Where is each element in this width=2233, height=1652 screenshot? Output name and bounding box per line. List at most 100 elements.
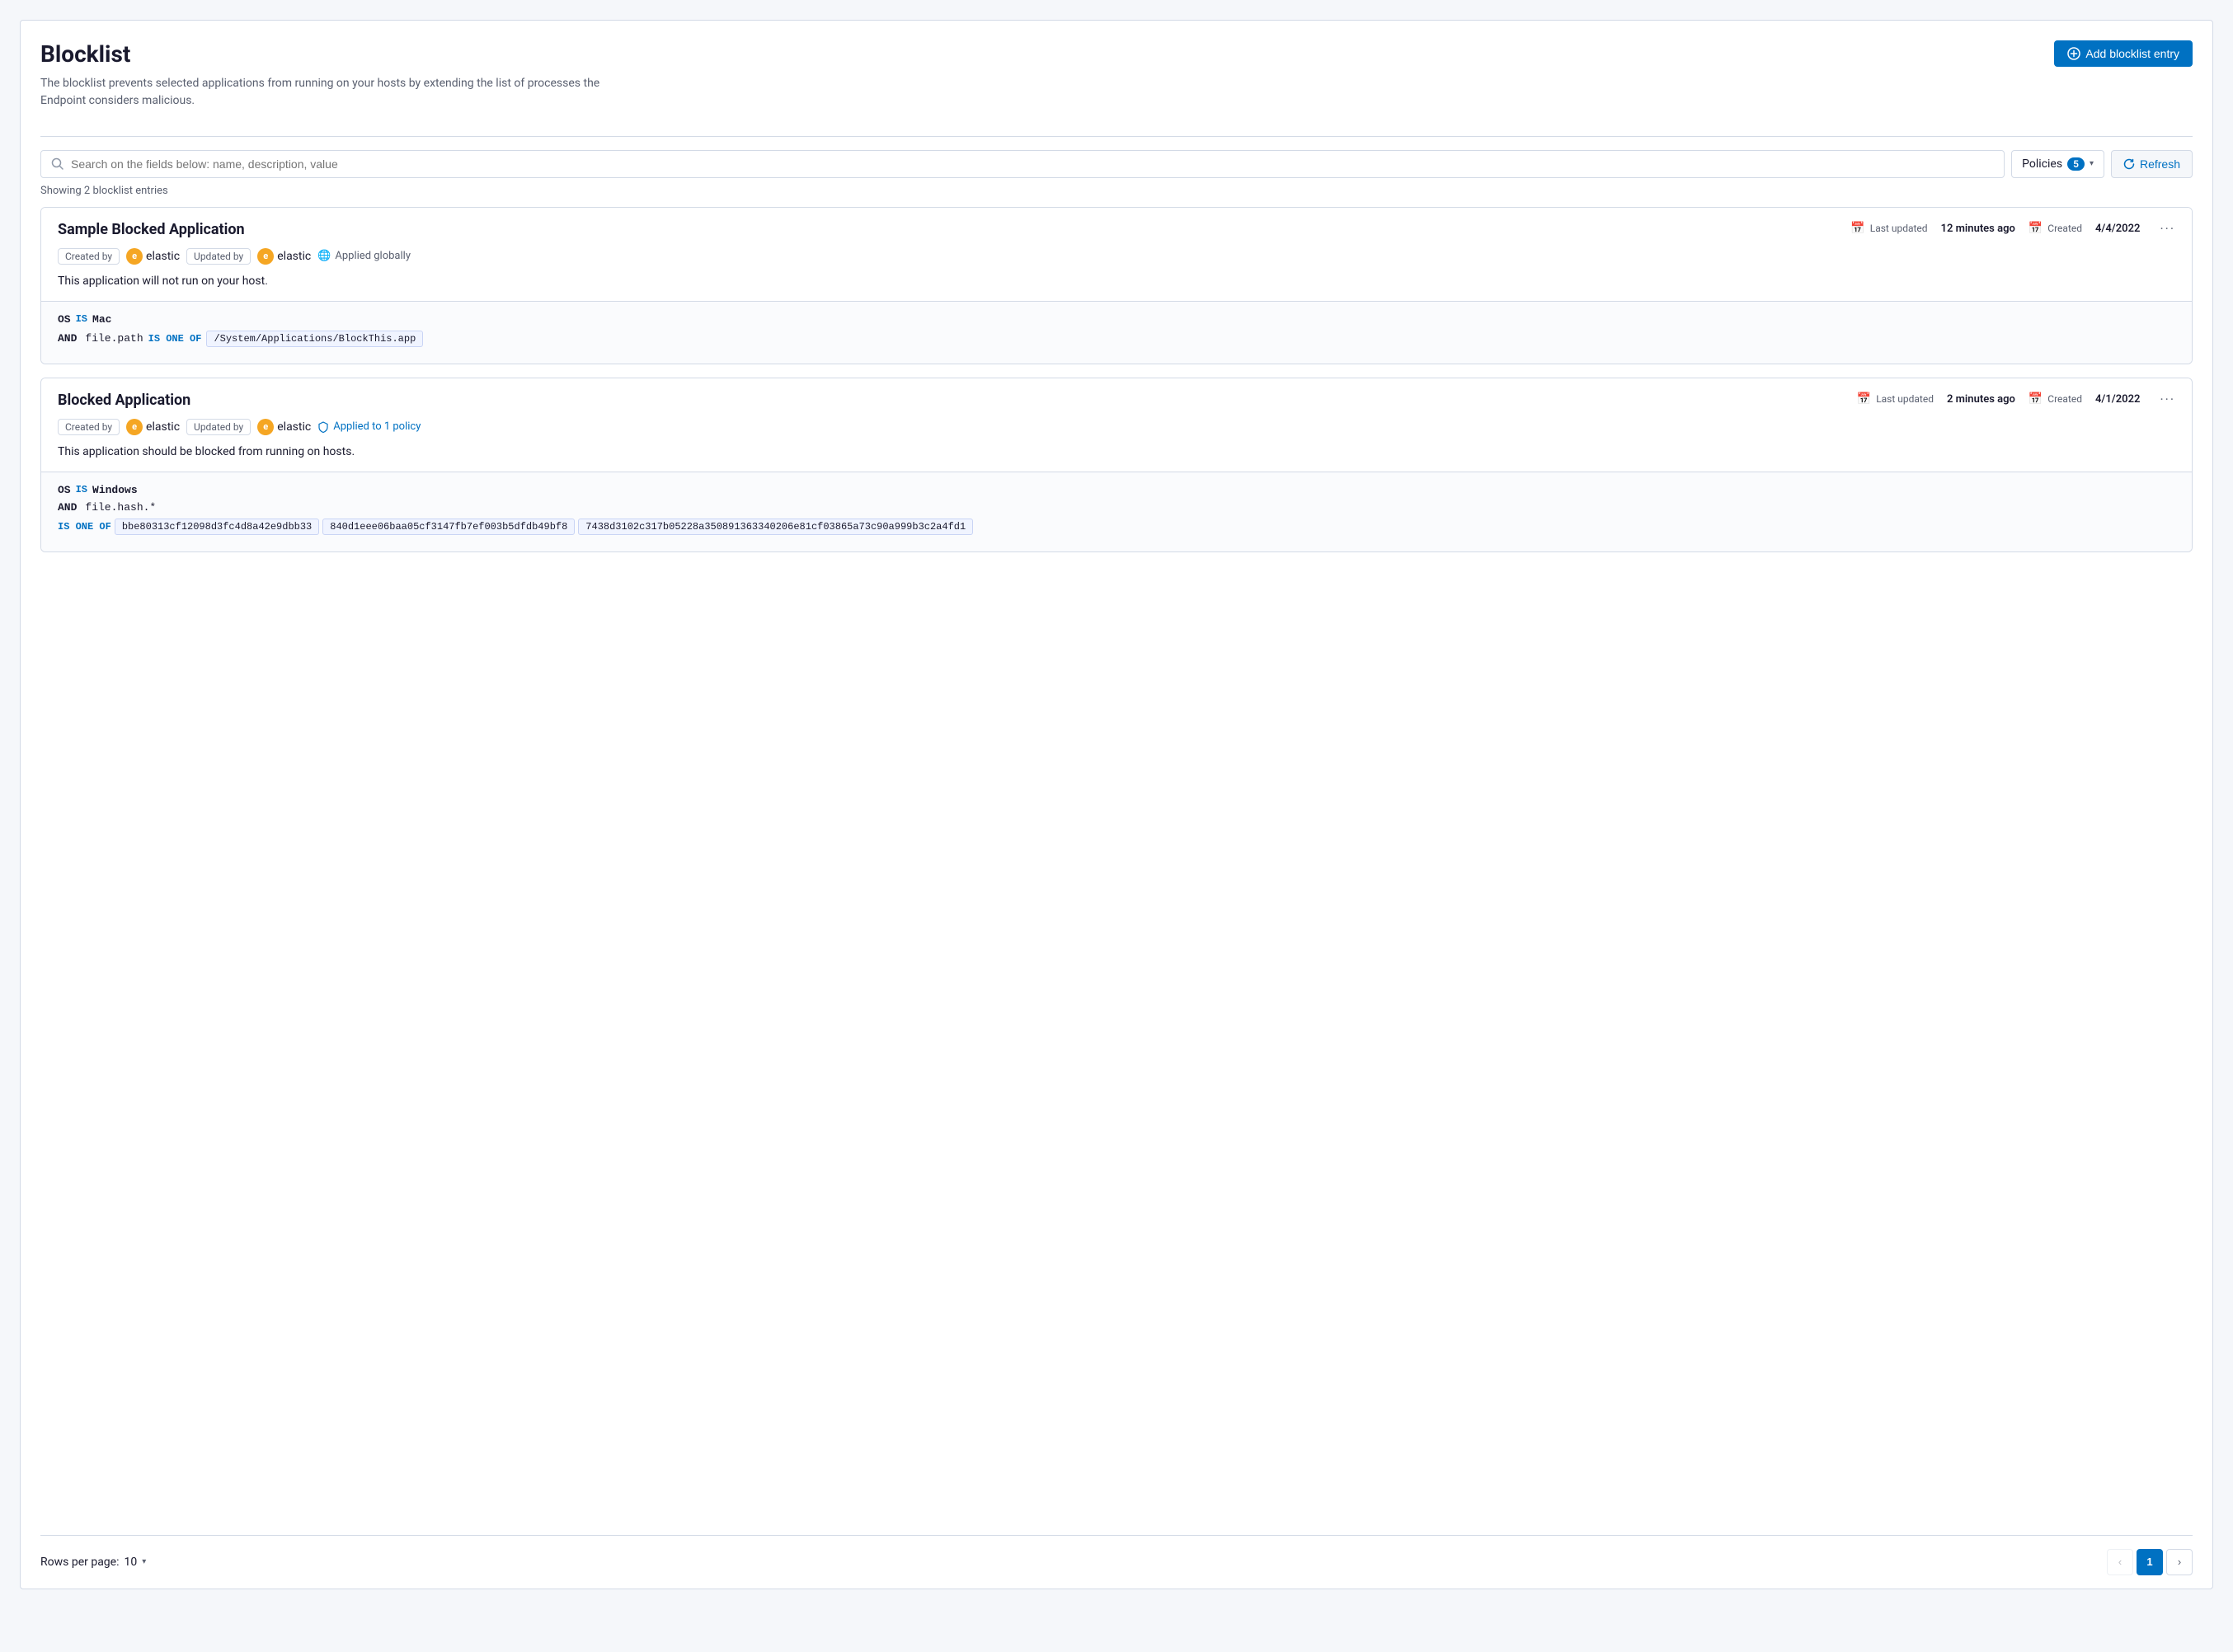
updated-by-user-2: e elastic bbox=[257, 419, 311, 435]
updated-by-tag-2: Updated by bbox=[186, 419, 251, 435]
last-updated-label-1: Last updated bbox=[1870, 223, 1928, 234]
entry-header-row-2: Blocked Application 📅 Last updated 2 min… bbox=[58, 392, 2175, 409]
entry-card-2: Blocked Application 📅 Last updated 2 min… bbox=[40, 378, 2193, 552]
condition-hashes-2: IS ONE OF bbe80313cf12098d3fc4d8a42e9dbb… bbox=[58, 519, 2175, 535]
header-left: Blocklist The blocklist prevents selecte… bbox=[40, 40, 618, 110]
page-subtitle: The blocklist prevents selected applicat… bbox=[40, 75, 618, 110]
field-operator-1: IS ONE OF bbox=[148, 333, 202, 345]
updated-by-avatar-2: e bbox=[257, 419, 274, 435]
search-icon bbox=[51, 157, 64, 171]
plus-circle-icon bbox=[2067, 47, 2080, 60]
entry-meta-1: 📅 Last updated 12 minutes ago 📅 Created … bbox=[1850, 222, 2140, 235]
created-by-tag-1: Created by bbox=[58, 248, 120, 265]
entry-card-1: Sample Blocked Application 📅 Last update… bbox=[40, 207, 2193, 364]
entry-tags-2: Created by e elastic Updated by e elasti… bbox=[58, 419, 2175, 435]
page-container: Blocklist The blocklist prevents selecte… bbox=[20, 20, 2213, 1589]
next-page-button[interactable]: › bbox=[2166, 1549, 2193, 1575]
search-input[interactable] bbox=[71, 157, 1994, 171]
and-keyword-1: AND bbox=[58, 332, 77, 345]
more-options-icon-2[interactable]: ··· bbox=[2160, 392, 2175, 407]
created-by-username-2: elastic bbox=[146, 420, 180, 434]
created-value-2: 4/1/2022 bbox=[2095, 393, 2140, 406]
entry-main-1: Sample Blocked Application 📅 Last update… bbox=[41, 208, 2192, 301]
last-updated-value-1: 12 minutes ago bbox=[1941, 223, 2015, 235]
policies-count-badge: 5 bbox=[2067, 157, 2085, 171]
header-divider bbox=[40, 136, 2193, 137]
page-1-button[interactable]: 1 bbox=[2137, 1549, 2163, 1575]
globe-icon-1: 🌐 bbox=[317, 250, 331, 262]
calendar-icon-3: 📅 bbox=[1857, 392, 1871, 406]
condition-os-2: OS IS Windows bbox=[58, 484, 2175, 496]
os-operator-2: IS bbox=[76, 484, 87, 495]
search-box[interactable] bbox=[40, 150, 2005, 178]
policies-label: Policies bbox=[2022, 157, 2062, 171]
last-updated-group-2: 📅 Last updated bbox=[1857, 392, 1934, 406]
updated-by-tag-1: Updated by bbox=[186, 248, 251, 265]
updated-by-avatar-1: e bbox=[257, 248, 274, 265]
showing-count: Showing 2 blocklist entries bbox=[40, 185, 2193, 197]
condition-os-1: OS IS Mac bbox=[58, 313, 2175, 326]
add-blocklist-entry-button[interactable]: Add blocklist entry bbox=[2054, 40, 2193, 67]
page-header: Blocklist The blocklist prevents selecte… bbox=[40, 40, 2193, 110]
updated-by-username-1: elastic bbox=[277, 250, 311, 263]
entry-tags-1: Created by e elastic Updated by e elasti… bbox=[58, 248, 2175, 265]
field-value-1: /System/Applications/BlockThis.app bbox=[206, 331, 423, 347]
page-title: Blocklist bbox=[40, 40, 618, 68]
calendar-icon-2: 📅 bbox=[2029, 222, 2043, 235]
field-name-1: file.path bbox=[85, 332, 143, 345]
rows-per-page-label: Rows per page: bbox=[40, 1556, 119, 1569]
os-keyword-2: OS bbox=[58, 484, 71, 496]
created-by-user-1: e elastic bbox=[126, 248, 180, 265]
entry-main-2: Blocked Application 📅 Last updated 2 min… bbox=[41, 378, 2192, 472]
created-by-label-1: Created by bbox=[65, 251, 112, 262]
created-by-avatar-2: e bbox=[126, 419, 143, 435]
entry-title-2: Blocked Application bbox=[58, 392, 190, 409]
and-keyword-2: AND bbox=[58, 501, 77, 514]
shield-icon-2 bbox=[317, 421, 329, 433]
created-value-1: 4/4/2022 bbox=[2095, 223, 2140, 235]
chevron-down-icon: ▾ bbox=[2090, 159, 2094, 168]
calendar-icon-4: 📅 bbox=[2029, 392, 2043, 406]
os-value-2: Windows bbox=[92, 484, 138, 496]
os-keyword-1: OS bbox=[58, 313, 71, 326]
os-value-1: Mac bbox=[92, 313, 111, 326]
hash-value-3: 7438d3102c317b05228a350891363340206e81cf… bbox=[578, 519, 973, 535]
created-by-username-1: elastic bbox=[146, 250, 180, 263]
last-updated-label-2: Last updated bbox=[1876, 393, 1934, 405]
entry-header-row-1: Sample Blocked Application 📅 Last update… bbox=[58, 221, 2175, 238]
entry-description-1: This application will not run on your ho… bbox=[58, 275, 2175, 288]
os-operator-1: IS bbox=[76, 313, 87, 325]
updated-by-user-1: e elastic bbox=[257, 248, 311, 265]
applied-policy-badge-2[interactable]: Applied to 1 policy bbox=[317, 420, 421, 433]
created-group-2: 📅 Created bbox=[2029, 392, 2082, 406]
created-by-avatar-1: e bbox=[126, 248, 143, 265]
entry-meta-2: 📅 Last updated 2 minutes ago 📅 Created 4… bbox=[1857, 392, 2141, 406]
policies-dropdown[interactable]: Policies 5 ▾ bbox=[2011, 150, 2104, 178]
created-by-tag-2: Created by bbox=[58, 419, 120, 435]
entry-description-2: This application should be blocked from … bbox=[58, 445, 2175, 458]
created-label-2: Created bbox=[2047, 393, 2082, 405]
condition-field-2: AND file.hash.* bbox=[58, 501, 2175, 514]
rows-chevron-icon: ▾ bbox=[142, 1557, 146, 1566]
created-group-1: 📅 Created bbox=[2029, 222, 2082, 235]
pagination: ‹ 1 › bbox=[2107, 1549, 2193, 1575]
refresh-button[interactable]: Refresh bbox=[2111, 150, 2193, 178]
rows-per-page-value: 10 bbox=[124, 1556, 137, 1569]
previous-page-button[interactable]: ‹ bbox=[2107, 1549, 2133, 1575]
updated-by-label-1: Updated by bbox=[194, 251, 243, 262]
updated-by-label-2: Updated by bbox=[194, 421, 243, 433]
created-label-1: Created bbox=[2047, 223, 2082, 234]
applied-policy-label-2: Applied to 1 policy bbox=[333, 420, 421, 433]
refresh-icon bbox=[2123, 158, 2135, 170]
hash-value-2: 840d1eee06baa05cf3147fb7ef003b5dfdb49bf8 bbox=[322, 519, 575, 535]
more-options-icon-1[interactable]: ··· bbox=[2160, 221, 2175, 237]
condition-field-1: AND file.path IS ONE OF /System/Applicat… bbox=[58, 331, 2175, 347]
entry-conditions-2: OS IS Windows AND file.hash.* IS ONE OF … bbox=[41, 472, 2192, 551]
hash-operator-2: IS ONE OF bbox=[58, 521, 111, 533]
last-updated-group-1: 📅 Last updated bbox=[1850, 222, 1927, 235]
created-by-label-2: Created by bbox=[65, 421, 112, 433]
hash-value-1: bbe80313cf12098d3fc4d8a42e9dbb33 bbox=[115, 519, 319, 535]
applied-globally-label-1: Applied globally bbox=[335, 250, 411, 262]
rows-per-page[interactable]: Rows per page: 10 ▾ bbox=[40, 1556, 146, 1569]
entry-conditions-1: OS IS Mac AND file.path IS ONE OF /Syste… bbox=[41, 301, 2192, 364]
